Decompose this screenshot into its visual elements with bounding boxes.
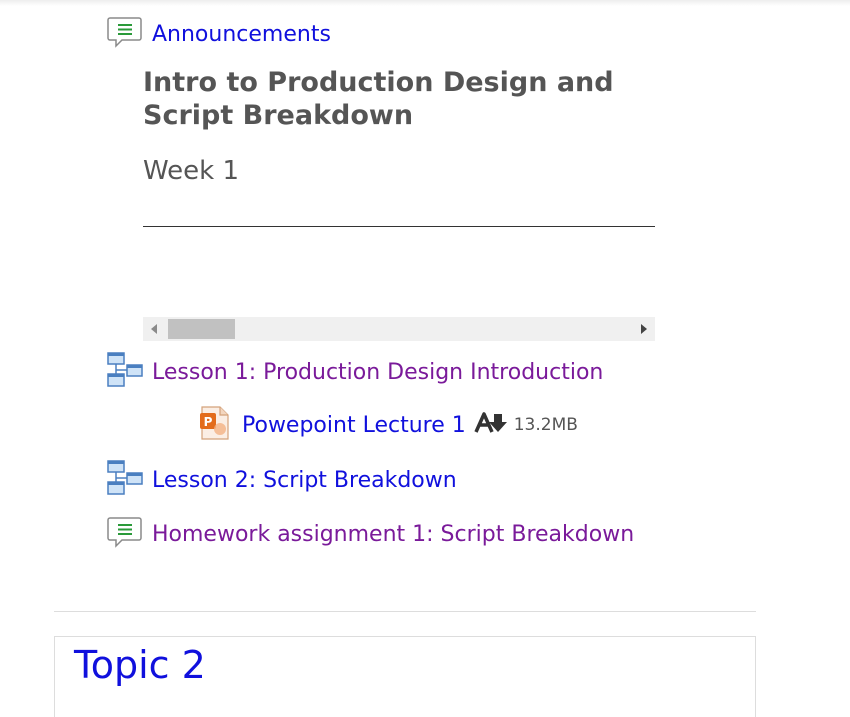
announcements-label: Announcements (152, 21, 331, 47)
forum-icon (107, 16, 143, 52)
powerpoint-lecture-label: Powepoint Lecture 1 (242, 412, 466, 438)
top-shadow (0, 0, 850, 6)
lesson-icon (107, 460, 143, 500)
lesson-1-link[interactable]: Lesson 1: Production Design Introduction (107, 352, 603, 392)
underline-rule (143, 226, 655, 227)
powerpoint-icon: P (198, 405, 232, 445)
topic-2-section: Topic 2 (54, 636, 756, 717)
section-heading: Intro to Production Design and Script Br… (143, 67, 614, 131)
forum-icon (107, 516, 143, 552)
homework-assignment-link[interactable]: Homework assignment 1: Script Breakdown (107, 516, 634, 552)
file-size: 13.2MB (513, 415, 578, 435)
download-icon[interactable] (474, 411, 508, 439)
lesson-2-label: Lesson 2: Script Breakdown (152, 467, 457, 493)
announcements-link[interactable]: Announcements (107, 16, 331, 52)
powerpoint-lecture-link[interactable]: P Powepoint Lecture 1 13.2MB (198, 405, 578, 445)
scrollbar-thumb[interactable] (168, 319, 235, 339)
homework-assignment-label: Homework assignment 1: Script Breakdown (152, 521, 635, 547)
lesson-icon (107, 352, 143, 392)
scroll-right-icon[interactable] (641, 324, 647, 334)
lesson-1-label: Lesson 1: Production Design Introduction (152, 359, 604, 385)
topic-2-title[interactable]: Topic 2 (74, 643, 206, 687)
scroll-left-icon[interactable] (151, 324, 157, 334)
section-divider (54, 611, 756, 612)
horizontal-scrollbar[interactable] (143, 317, 655, 341)
week-label: Week 1 (143, 156, 240, 186)
svg-text:P: P (204, 415, 213, 429)
lesson-2-link[interactable]: Lesson 2: Script Breakdown (107, 460, 457, 500)
